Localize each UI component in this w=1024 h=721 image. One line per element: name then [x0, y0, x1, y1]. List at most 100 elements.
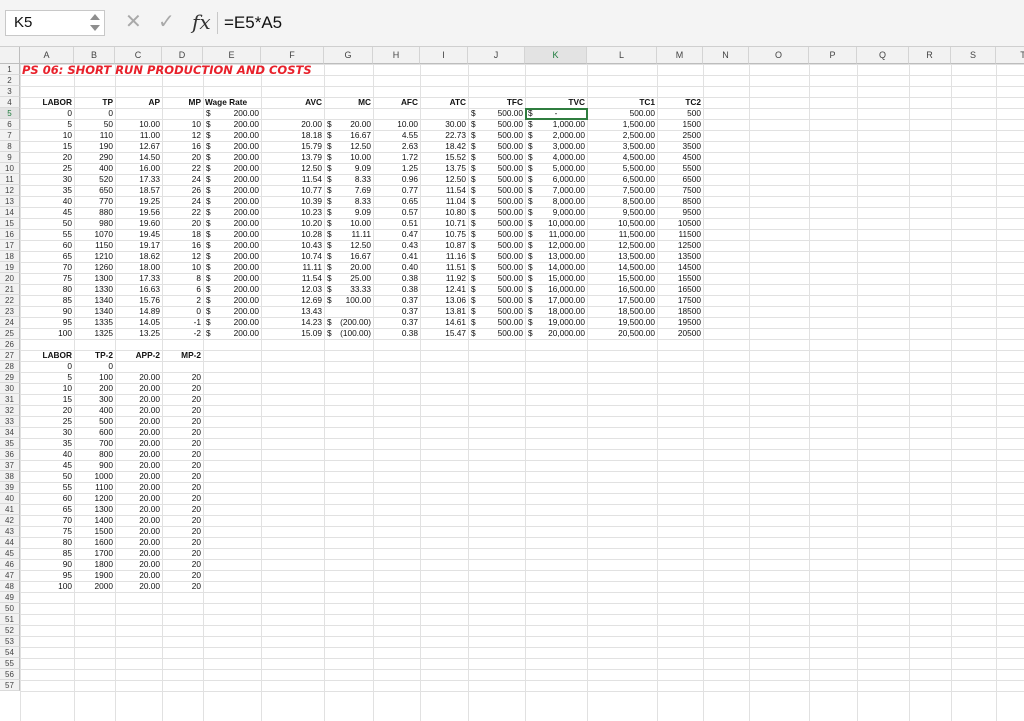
cell-h17[interactable]: 0.43	[373, 240, 420, 251]
cell-g24[interactable]: (200.00)	[324, 317, 373, 328]
cell-a5[interactable]: 0	[20, 108, 74, 119]
cell-j8[interactable]: 500.00	[468, 141, 525, 152]
cell-e24[interactable]: 200.00	[203, 317, 261, 328]
cell-i6[interactable]: 30.00	[420, 119, 468, 130]
cell-b23[interactable]: 1340	[74, 306, 115, 317]
cell-g4[interactable]: MC	[324, 97, 373, 108]
cell-c22[interactable]: 15.76	[115, 295, 162, 306]
row-header-55[interactable]: 55	[0, 658, 20, 669]
cell-j19[interactable]: 500.00	[468, 262, 525, 273]
cell-k22[interactable]: 17,000.00	[525, 295, 587, 306]
cell-a36[interactable]: 40	[20, 449, 74, 460]
cell-f21[interactable]: 12.03	[261, 284, 324, 295]
cell-e12[interactable]: 200.00	[203, 185, 261, 196]
cell-b16[interactable]: 1070	[74, 229, 115, 240]
cell-i11[interactable]: 12.50	[420, 174, 468, 185]
row-header-46[interactable]: 46	[0, 559, 20, 570]
cell-a30[interactable]: 10	[20, 383, 74, 394]
row-header-17[interactable]: 17	[0, 240, 20, 251]
row-header-2[interactable]: 2	[0, 75, 20, 86]
cell-e11[interactable]: 200.00	[203, 174, 261, 185]
cell-d18[interactable]: 12	[162, 251, 203, 262]
cell-m16[interactable]: 11500	[657, 229, 703, 240]
cell-l4[interactable]: TC1	[587, 97, 657, 108]
cell-i9[interactable]: 15.52	[420, 152, 468, 163]
row-header-5[interactable]: 5	[0, 108, 20, 119]
cell-k19[interactable]: 14,000.00	[525, 262, 587, 273]
cell-b30[interactable]: 200	[74, 383, 115, 394]
cell-j15[interactable]: 500.00	[468, 218, 525, 229]
cell-a23[interactable]: 90	[20, 306, 74, 317]
cell-m20[interactable]: 15500	[657, 273, 703, 284]
cell-b9[interactable]: 290	[74, 152, 115, 163]
row-header-53[interactable]: 53	[0, 636, 20, 647]
row-header-39[interactable]: 39	[0, 482, 20, 493]
cell-m25[interactable]: 20500	[657, 328, 703, 339]
cell-c8[interactable]: 12.67	[115, 141, 162, 152]
cell-j16[interactable]: 500.00	[468, 229, 525, 240]
cell-j4[interactable]: TFC	[468, 97, 525, 108]
cell-j24[interactable]: 500.00	[468, 317, 525, 328]
row-header-12[interactable]: 12	[0, 185, 20, 196]
cell-a9[interactable]: 20	[20, 152, 74, 163]
cell-d19[interactable]: 10	[162, 262, 203, 273]
cell-b34[interactable]: 600	[74, 427, 115, 438]
cell-d40[interactable]: 20	[162, 493, 203, 504]
cell-b19[interactable]: 1260	[74, 262, 115, 273]
cell-k18[interactable]: 13,000.00	[525, 251, 587, 262]
cell-h16[interactable]: 0.47	[373, 229, 420, 240]
cell-h15[interactable]: 0.51	[373, 218, 420, 229]
cell-e13[interactable]: 200.00	[203, 196, 261, 207]
name-box-stepper[interactable]	[90, 14, 102, 34]
column-header-k[interactable]: K	[525, 47, 587, 64]
cell-f6[interactable]: 20.00	[261, 119, 324, 130]
cell-j18[interactable]: 500.00	[468, 251, 525, 262]
cell-a37[interactable]: 45	[20, 460, 74, 471]
cell-j21[interactable]: 500.00	[468, 284, 525, 295]
cell-h14[interactable]: 0.57	[373, 207, 420, 218]
function-icon[interactable]: fx	[192, 8, 211, 36]
cell-b43[interactable]: 1500	[74, 526, 115, 537]
cell-d45[interactable]: 20	[162, 548, 203, 559]
select-all-corner[interactable]	[0, 47, 20, 64]
cell-b40[interactable]: 1200	[74, 493, 115, 504]
row-header-6[interactable]: 6	[0, 119, 20, 130]
row-header-4[interactable]: 4	[0, 97, 20, 108]
cell-d37[interactable]: 20	[162, 460, 203, 471]
cell-a19[interactable]: 70	[20, 262, 74, 273]
cell-d11[interactable]: 24	[162, 174, 203, 185]
cell-e21[interactable]: 200.00	[203, 284, 261, 295]
cell-b41[interactable]: 1300	[74, 504, 115, 515]
row-header-44[interactable]: 44	[0, 537, 20, 548]
row-header-41[interactable]: 41	[0, 504, 20, 515]
row-header-18[interactable]: 18	[0, 251, 20, 262]
cell-a8[interactable]: 15	[20, 141, 74, 152]
cell-j14[interactable]: 500.00	[468, 207, 525, 218]
cell-e17[interactable]: 200.00	[203, 240, 261, 251]
cell-l15[interactable]: 10,500.00	[587, 218, 657, 229]
cell-h22[interactable]: 0.37	[373, 295, 420, 306]
cell-e8[interactable]: 200.00	[203, 141, 261, 152]
row-header-33[interactable]: 33	[0, 416, 20, 427]
cell-g20[interactable]: 25.00	[324, 273, 373, 284]
cell-k8[interactable]: 3,000.00	[525, 141, 587, 152]
cell-a42[interactable]: 70	[20, 515, 74, 526]
row-header-8[interactable]: 8	[0, 141, 20, 152]
cell-h8[interactable]: 2.63	[373, 141, 420, 152]
column-header-l[interactable]: L	[587, 47, 657, 64]
row-header-10[interactable]: 10	[0, 163, 20, 174]
cell-d21[interactable]: 6	[162, 284, 203, 295]
cell-d22[interactable]: 2	[162, 295, 203, 306]
cell-j10[interactable]: 500.00	[468, 163, 525, 174]
cell-g9[interactable]: 10.00	[324, 152, 373, 163]
cell-l24[interactable]: 19,500.00	[587, 317, 657, 328]
cell-a47[interactable]: 95	[20, 570, 74, 581]
column-header-m[interactable]: M	[657, 47, 703, 64]
row-header-32[interactable]: 32	[0, 405, 20, 416]
cell-f20[interactable]: 11.54	[261, 273, 324, 284]
cell-f8[interactable]: 15.79	[261, 141, 324, 152]
cell-g17[interactable]: 12.50	[324, 240, 373, 251]
cell-k14[interactable]: 9,000.00	[525, 207, 587, 218]
cell-b48[interactable]: 2000	[74, 581, 115, 592]
column-header-t[interactable]: T	[996, 47, 1024, 64]
